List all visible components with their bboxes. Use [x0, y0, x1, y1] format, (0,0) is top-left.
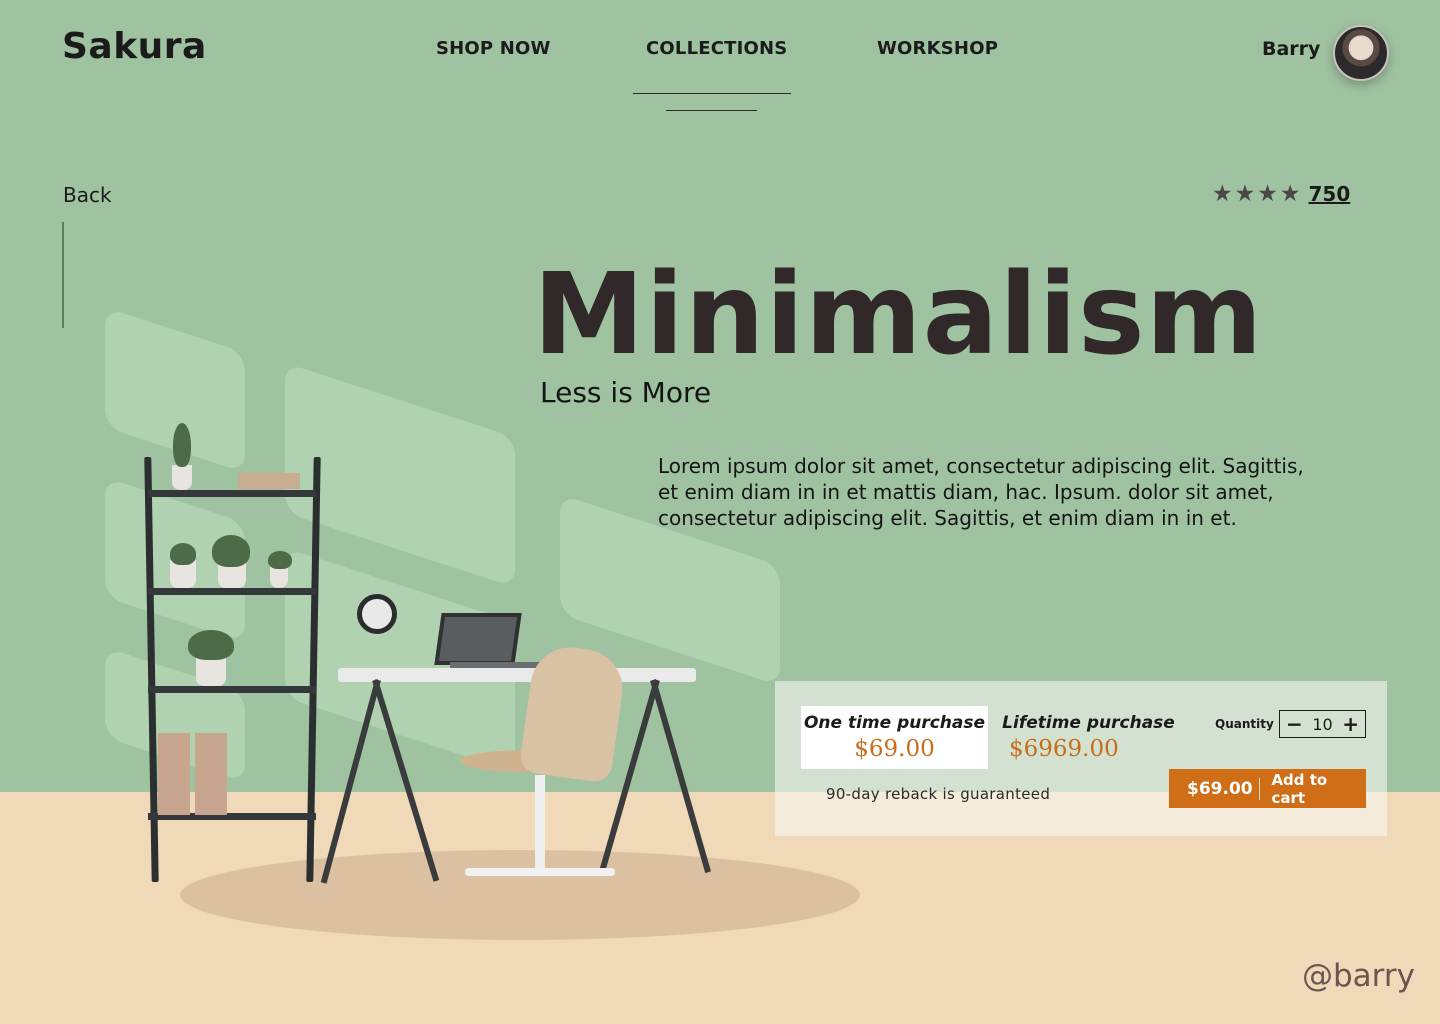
back-divider — [62, 222, 64, 328]
chair-post — [535, 775, 545, 870]
bookshelf-image — [140, 423, 325, 885]
cart-label: Add to cart — [1271, 770, 1328, 807]
avatar-face — [1351, 37, 1371, 59]
chair-base — [465, 868, 615, 876]
laptop-image — [434, 613, 522, 665]
minus-icon[interactable]: − — [1286, 714, 1303, 734]
nav-collections[interactable]: COLLECTIONS — [646, 38, 787, 59]
page-title: Minimalism — [533, 250, 1264, 380]
option-label: Lifetime purchase — [1002, 713, 1175, 733]
brand-logo[interactable]: Sakura — [62, 26, 207, 67]
one-time-purchase-option[interactable]: One time purchase $69.00 — [801, 706, 988, 769]
quantity-value[interactable]: 10 — [1312, 715, 1332, 734]
author-handle: @barry — [1302, 958, 1415, 994]
plus-icon[interactable]: + — [1342, 714, 1359, 734]
user-name[interactable]: Barry — [1262, 38, 1320, 60]
nav-shop-now[interactable]: SHOP NOW — [436, 38, 551, 59]
page-subtitle: Less is More — [540, 376, 712, 409]
product-description: Lorem ipsum dolor sit amet, consectetur … — [658, 454, 1304, 530]
option-price: $69.00 — [854, 736, 935, 762]
nav-active-underline — [633, 93, 791, 94]
purchase-card: One time purchase $69.00 Lifetime purcha… — [775, 681, 1387, 836]
review-count-link[interactable]: 750 — [1309, 182, 1351, 206]
quantity-label: Quantity — [1215, 717, 1274, 731]
star-icon: ★ — [1234, 180, 1256, 207]
star-icon: ★ — [1257, 180, 1278, 207]
desk-image — [338, 668, 696, 682]
option-label: One time purchase — [803, 713, 986, 733]
add-to-cart-button[interactable]: $69.00 Add to cart — [1169, 769, 1366, 808]
desk-clock-image — [357, 594, 397, 634]
option-price: $6969.00 — [1009, 736, 1119, 762]
lifetime-purchase-option[interactable]: Lifetime purchase $6969.00 — [1001, 706, 1176, 769]
star-icon: ★ — [1279, 180, 1301, 207]
back-link[interactable]: Back — [63, 183, 112, 207]
guarantee-text: 90-day reback is guaranteed — [826, 785, 1051, 803]
user-avatar[interactable] — [1333, 25, 1389, 81]
nav-workshop[interactable]: WORKSHOP — [877, 38, 998, 59]
nav-active-underline — [666, 110, 757, 111]
star-icon: ★ — [1212, 180, 1233, 207]
product-rating: ★ ★ ★ ★ 750 — [1212, 182, 1350, 206]
cart-price: $69.00 — [1187, 778, 1253, 799]
quantity-stepper: − 10 + — [1279, 710, 1366, 738]
